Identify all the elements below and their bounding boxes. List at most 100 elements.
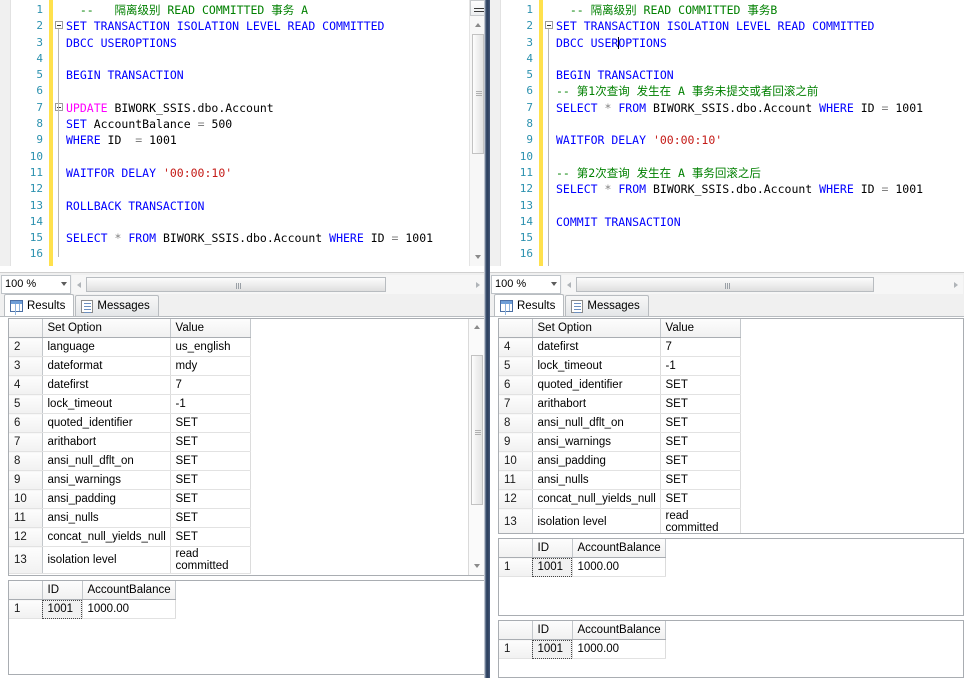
table-cell[interactable]: quoted_identifier bbox=[532, 376, 660, 395]
table-cell[interactable]: ansi_padding bbox=[532, 452, 660, 471]
code-line[interactable]: SET AccountBalance = 500 bbox=[66, 116, 486, 132]
table-row[interactable]: 10ansi_paddingSET bbox=[499, 452, 740, 471]
fold-collapse-icon[interactable] bbox=[55, 103, 63, 111]
right-editor-horizontal-scrollbar[interactable] bbox=[562, 275, 963, 294]
table-row[interactable]: 5lock_timeout-1 bbox=[9, 395, 250, 414]
table-cell[interactable]: datefirst bbox=[532, 338, 660, 357]
row-number-cell[interactable]: 13 bbox=[9, 547, 42, 574]
code-line[interactable]: DBCC USEROPTIONS bbox=[66, 35, 486, 51]
scroll-right-icon[interactable] bbox=[949, 276, 963, 293]
code-line[interactable] bbox=[556, 230, 964, 246]
table-cell[interactable]: read committed bbox=[660, 509, 740, 534]
left-results-vertical-scrollbar[interactable] bbox=[468, 319, 485, 575]
row-header-corner[interactable] bbox=[499, 621, 532, 640]
table-row[interactable]: 13isolation levelread committed bbox=[9, 547, 250, 574]
table-row[interactable]: 7arithabortSET bbox=[9, 433, 250, 452]
row-number-cell[interactable]: 9 bbox=[499, 433, 532, 452]
right-zoom-dropdown[interactable]: 100 % bbox=[491, 275, 561, 294]
table-cell[interactable]: ansi_nulls bbox=[532, 471, 660, 490]
right-account-grid-1[interactable]: IDAccountBalance110011000.00 bbox=[499, 539, 963, 615]
table-row[interactable]: 7arithabortSET bbox=[499, 395, 740, 414]
table-cell[interactable]: concat_null_yields_null bbox=[42, 528, 170, 547]
code-line[interactable]: SELECT * FROM BIWORK_SSIS.dbo.Account WH… bbox=[556, 181, 964, 197]
fold-collapse-icon[interactable] bbox=[545, 21, 553, 29]
left-code-text[interactable]: -- 隔离级别 READ COMMITTED 事务 ASET TRANSACTI… bbox=[66, 0, 486, 266]
right-tab-results[interactable]: Results bbox=[494, 294, 564, 316]
code-line[interactable] bbox=[66, 83, 486, 99]
table-cell[interactable]: 1001 bbox=[532, 640, 572, 659]
code-line[interactable]: -- 第1次查询 发生在 A 事务未提交或者回滚之前 bbox=[556, 83, 964, 99]
table-cell[interactable]: isolation level bbox=[532, 509, 660, 534]
table-cell[interactable]: -1 bbox=[170, 395, 250, 414]
column-header[interactable]: Value bbox=[660, 319, 740, 338]
column-header[interactable]: Set Option bbox=[532, 319, 660, 338]
table-cell[interactable]: SET bbox=[660, 471, 740, 490]
table-cell[interactable]: SET bbox=[660, 433, 740, 452]
hscroll-thumb[interactable] bbox=[86, 277, 386, 292]
column-header[interactable]: ID bbox=[532, 621, 572, 640]
row-number-cell[interactable]: 1 bbox=[499, 558, 532, 577]
table-row[interactable]: 6quoted_identifierSET bbox=[499, 376, 740, 395]
table-row[interactable]: 10ansi_paddingSET bbox=[9, 490, 250, 509]
table-cell[interactable]: arithabort bbox=[532, 395, 660, 414]
code-line[interactable] bbox=[66, 181, 486, 197]
code-line[interactable] bbox=[556, 198, 964, 214]
table-row[interactable]: 9ansi_warningsSET bbox=[9, 471, 250, 490]
row-number-cell[interactable]: 10 bbox=[499, 452, 532, 471]
table-cell[interactable]: lock_timeout bbox=[532, 357, 660, 376]
code-line[interactable]: -- 隔离级别 READ COMMITTED 事务 A bbox=[66, 2, 486, 18]
right-code-text[interactable]: -- 隔离级别 READ COMMITTED 事务BSET TRANSACTIO… bbox=[556, 0, 964, 266]
results-table[interactable]: IDAccountBalance110011000.00 bbox=[9, 581, 176, 619]
code-line[interactable]: BEGIN TRANSACTION bbox=[556, 67, 964, 83]
table-row[interactable]: 110011000.00 bbox=[9, 600, 175, 619]
table-cell[interactable]: SET bbox=[660, 452, 740, 471]
row-number-cell[interactable]: 13 bbox=[499, 509, 532, 534]
left-editor-horizontal-scrollbar[interactable] bbox=[72, 275, 485, 294]
row-number-cell[interactable]: 12 bbox=[9, 528, 42, 547]
fold-collapse-icon[interactable] bbox=[55, 21, 63, 29]
code-line[interactable]: BEGIN TRANSACTION bbox=[66, 67, 486, 83]
column-header[interactable]: Set Option bbox=[42, 319, 170, 338]
table-cell[interactable]: concat_null_yields_null bbox=[532, 490, 660, 509]
scroll-left-icon[interactable] bbox=[72, 276, 86, 293]
table-cell[interactable]: ansi_nulls bbox=[42, 509, 170, 528]
row-number-cell[interactable]: 5 bbox=[9, 395, 42, 414]
row-number-cell[interactable]: 4 bbox=[499, 338, 532, 357]
results-table[interactable]: IDAccountBalance110011000.00 bbox=[499, 539, 666, 577]
table-cell[interactable]: SET bbox=[660, 395, 740, 414]
column-header[interactable]: AccountBalance bbox=[572, 539, 665, 558]
left-code-editor[interactable]: 12345678910111213141516 -- 隔离级别 READ COM… bbox=[0, 0, 486, 266]
table-cell[interactable]: SET bbox=[170, 452, 250, 471]
row-number-cell[interactable]: 4 bbox=[9, 376, 42, 395]
code-line[interactable] bbox=[66, 51, 486, 67]
code-line[interactable] bbox=[556, 149, 964, 165]
table-row[interactable]: 2languageus_english bbox=[9, 338, 250, 357]
table-cell[interactable]: ansi_null_dflt_on bbox=[42, 452, 170, 471]
table-row[interactable]: 110011000.00 bbox=[499, 558, 665, 577]
left-tab-messages[interactable]: Messages bbox=[75, 295, 158, 316]
row-number-cell[interactable]: 11 bbox=[9, 509, 42, 528]
table-cell[interactable]: SET bbox=[170, 509, 250, 528]
table-cell[interactable]: SET bbox=[170, 433, 250, 452]
table-cell[interactable]: isolation level bbox=[42, 547, 170, 574]
scroll-down-icon[interactable] bbox=[471, 250, 485, 264]
scroll-down-icon[interactable] bbox=[470, 559, 484, 573]
row-number-cell[interactable]: 9 bbox=[9, 471, 42, 490]
left-zoom-dropdown[interactable]: 100 % bbox=[1, 275, 71, 294]
table-cell[interactable]: SET bbox=[660, 414, 740, 433]
code-line[interactable]: WHERE ID = 1001 bbox=[66, 132, 486, 148]
table-cell[interactable]: 1001 bbox=[42, 600, 82, 619]
table-cell[interactable]: SET bbox=[170, 528, 250, 547]
scroll-thumb[interactable] bbox=[472, 34, 484, 154]
results-table[interactable]: Set OptionValue4datefirst75lock_timeout-… bbox=[499, 319, 741, 533]
column-header[interactable]: AccountBalance bbox=[82, 581, 175, 600]
hscroll-track[interactable] bbox=[576, 276, 949, 293]
right-account-grid-2[interactable]: IDAccountBalance110011000.00 bbox=[499, 621, 963, 677]
table-cell[interactable]: SET bbox=[660, 490, 740, 509]
scroll-up-icon[interactable] bbox=[470, 320, 484, 334]
table-cell[interactable]: 1000.00 bbox=[82, 600, 175, 619]
row-number-cell[interactable]: 1 bbox=[9, 600, 42, 619]
table-cell[interactable]: 1000.00 bbox=[572, 640, 665, 659]
table-cell[interactable]: read committed bbox=[170, 547, 250, 574]
right-tab-messages[interactable]: Messages bbox=[565, 295, 648, 316]
